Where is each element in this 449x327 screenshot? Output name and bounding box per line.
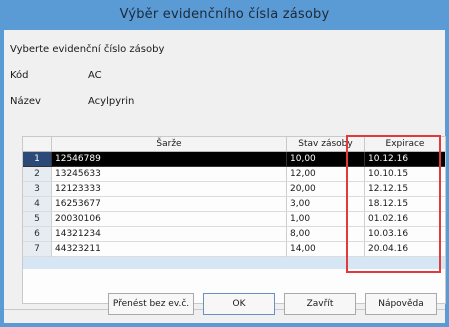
column-header-sarze[interactable]: Šarže: [52, 137, 287, 151]
cell-sarze: 20030106: [52, 212, 287, 227]
cell-sarze: 16253677: [52, 197, 287, 212]
header-corner: [23, 137, 52, 151]
window-title: Výběr evidenčního čísla zásoby: [119, 7, 330, 22]
cell-sarze: 13245633: [52, 167, 287, 182]
row-number: 6: [23, 227, 52, 242]
prenest-bez-ev-button[interactable]: Přenést bez ev.č.: [108, 293, 194, 315]
expirace-highlight-frame: [346, 135, 441, 273]
title-bar[interactable]: Výběr evidenčního čísla zásoby: [0, 0, 449, 30]
cell-sarze: 14321234: [52, 227, 287, 242]
row-number: 1: [23, 152, 52, 167]
nazev-value: Acylpyrin: [88, 96, 135, 107]
row-number: 3: [23, 182, 52, 197]
row-number: 5: [23, 212, 52, 227]
cell-sarze: 12546789: [52, 152, 287, 167]
zavrit-button[interactable]: Zavřít: [284, 293, 356, 315]
cell-sarze: 12123333: [52, 182, 287, 197]
ok-button[interactable]: OK: [203, 293, 275, 315]
nazev-label: Název: [10, 96, 41, 107]
row-number: 4: [23, 197, 52, 212]
row-number: 7: [23, 242, 52, 257]
kod-label: Kód: [10, 70, 29, 81]
cell-sarze: 44323211: [52, 242, 287, 257]
dialog-body: Vyberte evidenční číslo zásoby Kód AC Ná…: [4, 30, 446, 323]
dialog-window: Výběr evidenčního čísla zásoby Vyberte e…: [0, 0, 449, 327]
kod-value: AC: [88, 70, 102, 81]
instruction-text: Vyberte evidenční číslo zásoby: [10, 44, 165, 55]
napoveda-button[interactable]: Nápověda: [365, 293, 437, 315]
row-number: 2: [23, 167, 52, 182]
